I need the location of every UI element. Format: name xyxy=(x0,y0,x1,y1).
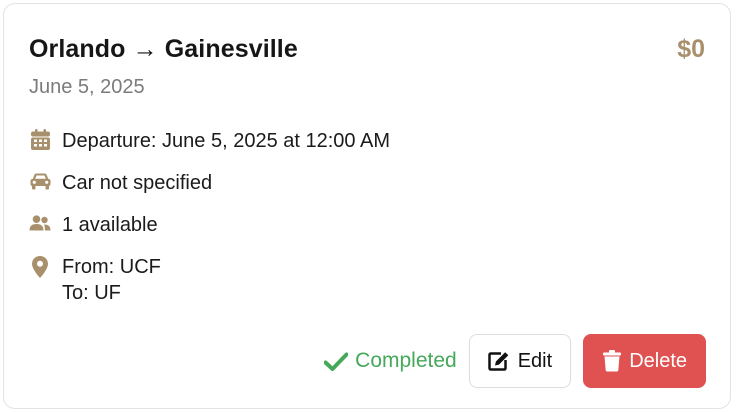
delete-label: Delete xyxy=(629,349,687,372)
route-row: From: UCF To: UF xyxy=(29,254,161,306)
calendar-icon xyxy=(29,128,51,150)
checkmark-icon xyxy=(324,352,349,371)
users-icon xyxy=(29,212,51,234)
route-to: To: UF xyxy=(62,282,121,304)
seats-text: 1 available xyxy=(62,214,158,236)
seats-row: 1 available xyxy=(29,212,158,238)
departure-row: Departure: June 5, 2025 at 12:00 AM xyxy=(29,128,390,154)
ride-actions: Completed Edit Delete xyxy=(324,334,706,388)
ride-date: June 5, 2025 xyxy=(29,76,145,98)
departure-text: Departure: June 5, 2025 at 12:00 AM xyxy=(62,130,390,152)
ride-title: Orlando → Gainesville xyxy=(29,35,298,63)
car-text: Car not specified xyxy=(62,172,213,194)
ride-card: Orlando → Gainesville $0 June 5, 2025 De… xyxy=(3,3,731,409)
trash-icon xyxy=(603,350,622,372)
edit-icon xyxy=(487,352,509,371)
car-icon xyxy=(29,170,51,192)
delete-button[interactable]: Delete xyxy=(583,334,706,388)
edit-button[interactable]: Edit xyxy=(468,334,572,388)
edit-label: Edit xyxy=(517,349,553,372)
status-label: Completed xyxy=(355,349,457,372)
route-text: From: UCF To: UF xyxy=(62,254,161,306)
status-badge: Completed xyxy=(324,349,457,373)
map-pin-icon xyxy=(29,256,51,278)
ride-price: $0 xyxy=(677,35,705,63)
car-row: Car not specified xyxy=(29,170,212,196)
route-from: From: UCF xyxy=(62,256,161,278)
